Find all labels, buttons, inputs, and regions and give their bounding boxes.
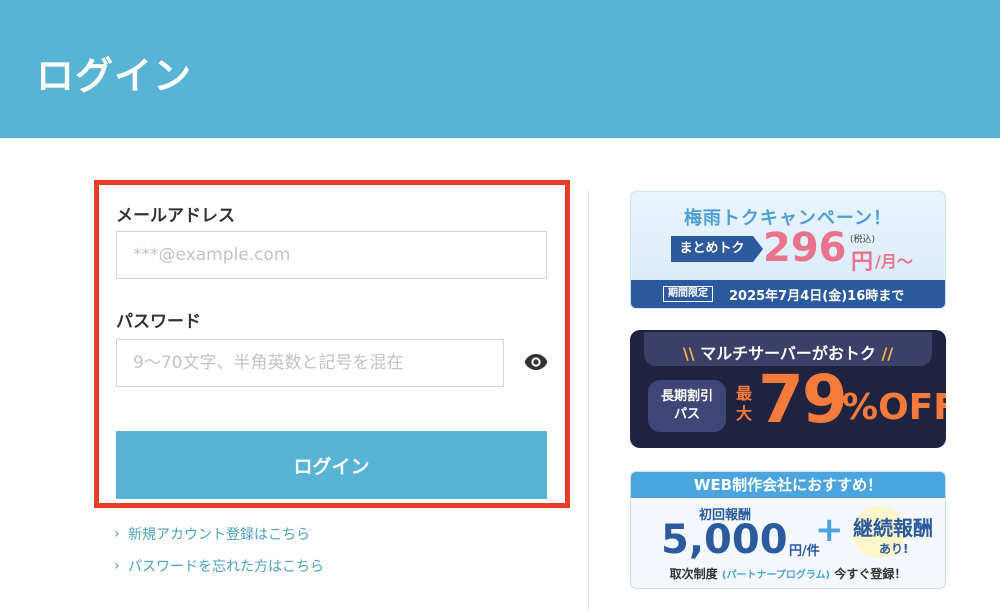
discount-number: 79 [758,361,848,438]
column-divider [588,190,589,610]
email-label: メールアドレス [116,206,235,226]
password-label: パスワード [116,312,201,332]
plus-icon: + [815,510,844,550]
partner-banner-footer: 取次制度 (パートナープログラム) 今すぐ登録！ [631,565,945,582]
campaign-price: 296 [763,225,847,271]
campaign-yen: 円 [851,250,874,275]
register-now-label: 今すぐ登録！ [834,567,907,581]
sparkle-icon: // [875,344,894,363]
limited-badge: 期間限定 [663,286,713,302]
new-account-link-label: 新規アカウント登録はこちら [128,527,310,543]
continuous-reward-available: あり! [879,542,909,556]
campaign-per-month: /月〜 [875,252,913,271]
max-label: 最大 [736,384,753,423]
forgot-password-link-label: パスワードを忘れた方はこちら [128,559,324,575]
chevron-right-icon: › [114,558,120,574]
pass-badge-line2: パス [673,407,700,422]
eye-icon[interactable] [524,353,548,371]
login-form-highlight: メールアドレス パスワード ログイン [94,180,570,508]
initial-reward-amount: 5,000 [661,517,788,563]
email-input[interactable] [116,231,547,279]
rainy-season-campaign-banner[interactable]: 梅雨トクキャンペーン！ まとめトク 296 (税込) 円 /月〜 期間限定 20… [630,191,946,309]
page-header: ログイン [0,0,1000,138]
referral-system-label: 取次制度 [669,567,718,581]
continuous-reward-label: 継続報酬 [853,516,933,540]
chevron-right-icon: › [114,526,120,542]
campaign-deadline: 2025年7月4日(金)16時まで [729,289,905,304]
page-title: ログイン [36,54,193,98]
sparkle-icon: \\ [682,344,701,363]
partner-program-banner[interactable]: WEB制作会社におすすめ！ 初回報酬 5,000 円/件 + 継続報酬 あり! … [630,471,946,589]
forgot-password-link[interactable]: › パスワードを忘れた方はこちら [114,556,324,576]
partner-program-label: (パートナープログラム) [721,570,831,581]
login-button[interactable]: ログイン [116,431,547,499]
partner-banner-header: WEB制作会社におすすめ！ [631,472,945,498]
campaign-tag: まとめトク [671,236,763,262]
campaign-deadline-bar: 期間限定 2025年7月4日(金)16時まで [631,280,945,308]
new-account-link[interactable]: › 新規アカウント登録はこちら [114,524,310,544]
password-input[interactable] [116,339,504,387]
multi-server-discount-banner[interactable]: \\ マルチサーバーがおトク // 長期割引 パス 最大 79 %OFF [630,330,946,448]
pass-badge-line1: 長期割引 [660,389,713,404]
long-term-pass-badge: 長期割引 パス [648,380,726,432]
discount-off: %OFF [842,387,946,428]
